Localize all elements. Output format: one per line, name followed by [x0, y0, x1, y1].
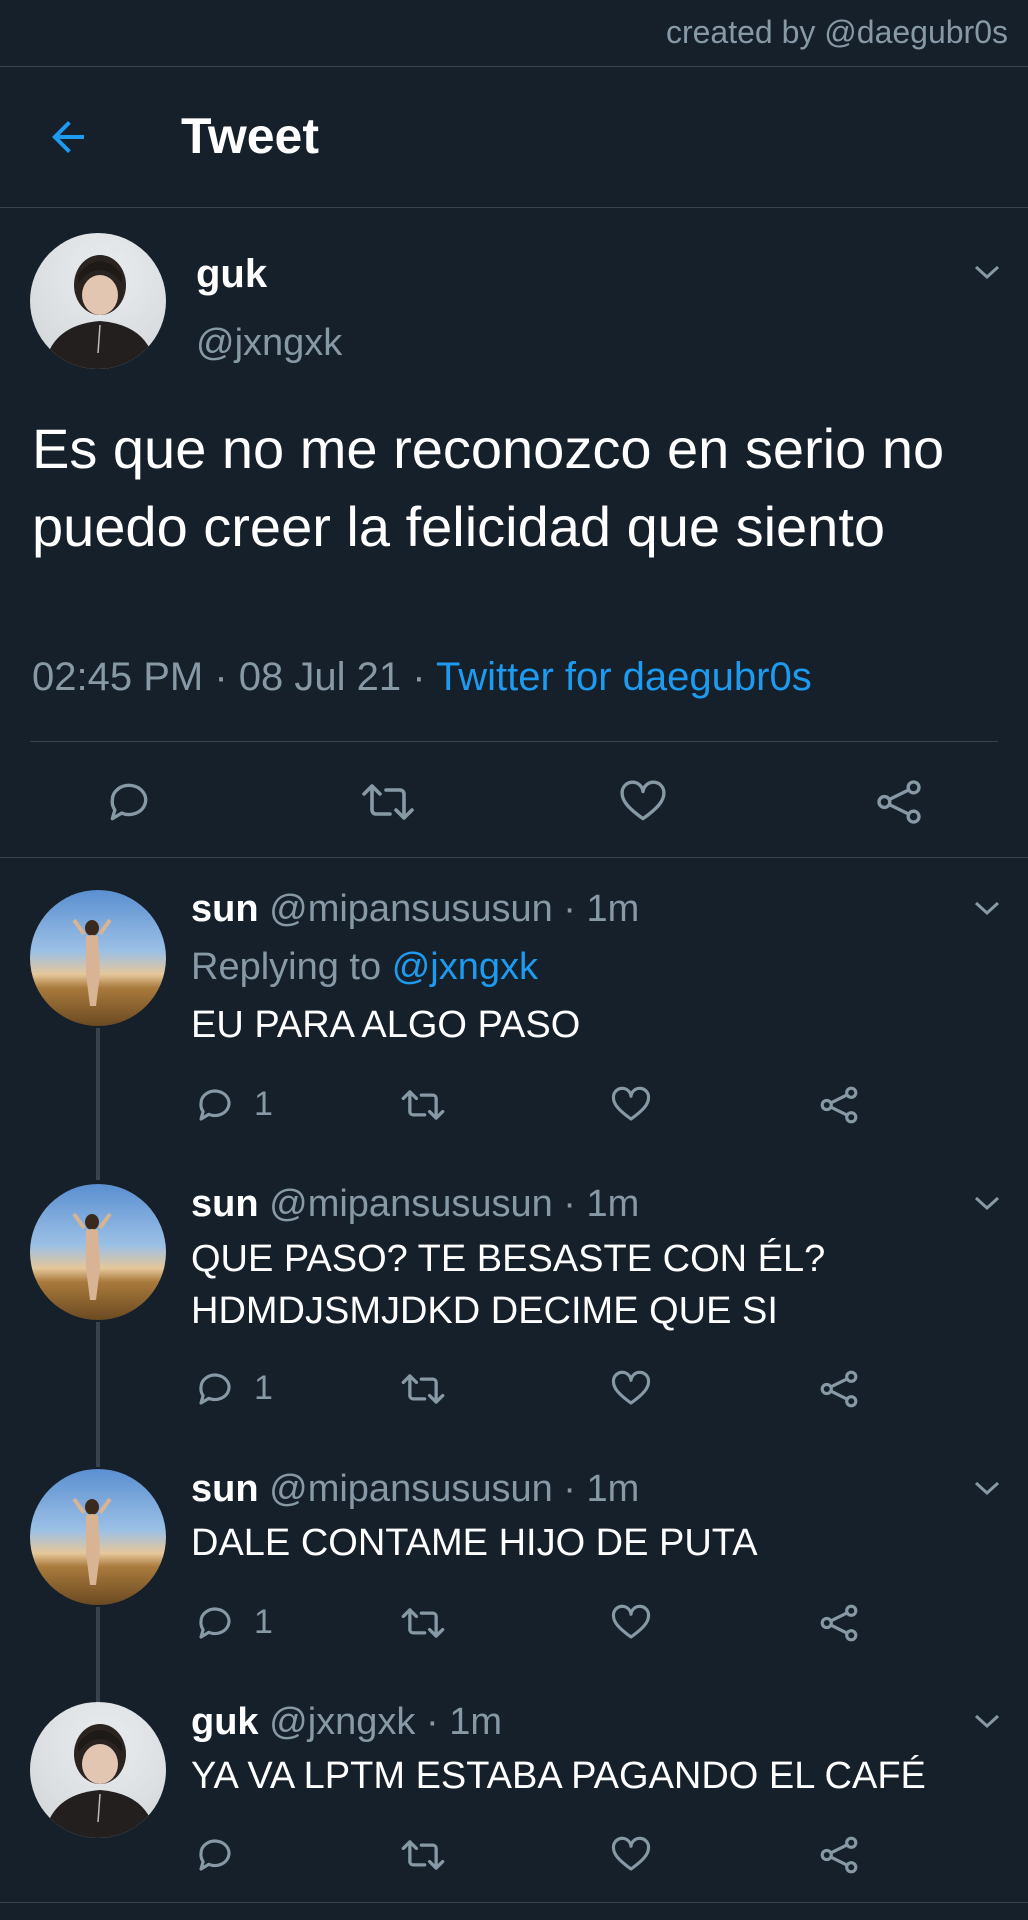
chevron-down-icon[interactable] [972, 1478, 1002, 1498]
reply-count: 1 [254, 1369, 273, 1407]
avatar-person-icon [44, 1724, 156, 1838]
author-handle[interactable]: @mipansususun [269, 1468, 553, 1510]
reply-icon[interactable] [104, 777, 154, 827]
reply-text: DALE CONTAME HIJO DE PUTA [191, 1522, 758, 1564]
reply-icon[interactable] [194, 1084, 236, 1126]
tweet-text: Es que no me reconozco en serio no puedo… [32, 417, 945, 558]
creator-credit: created by @daegubr0s [665, 14, 1008, 50]
share-icon[interactable] [818, 1084, 860, 1126]
retweet-icon[interactable] [400, 1834, 446, 1876]
retweet-icon[interactable] [360, 777, 416, 827]
share-icon[interactable] [874, 777, 924, 827]
author-handle[interactable]: @mipansususun [269, 1183, 553, 1225]
chevron-down-icon[interactable] [972, 262, 1002, 282]
reply-icon[interactable] [194, 1368, 236, 1410]
tweet-meta: 02:45 PM · 08 Jul 21 · Twitter for daegu… [32, 655, 812, 700]
divider [0, 857, 1028, 858]
share-icon[interactable] [818, 1602, 860, 1644]
replying-to-label: Replying to [191, 946, 382, 988]
divider [0, 207, 1028, 208]
like-heart-icon[interactable] [610, 1084, 652, 1126]
reply-header: sun @mipansususun · 1m [191, 888, 639, 931]
divider [30, 741, 998, 742]
reply-time: · 1m [425, 1701, 502, 1743]
app-header: Tweet [0, 67, 1028, 207]
author-name[interactable]: sun [191, 1468, 259, 1510]
avatar[interactable] [30, 1469, 166, 1605]
reply-count: 1 [254, 1603, 273, 1641]
page-title: Tweet [181, 108, 319, 164]
avatar-person-icon [72, 1212, 112, 1300]
avatar[interactable] [30, 890, 166, 1026]
meta-separator: · [214, 655, 228, 699]
meta-separator: · [412, 655, 426, 699]
thread-line [96, 1028, 100, 1180]
avatar[interactable] [30, 1702, 166, 1838]
author-name[interactable]: guk [191, 1701, 259, 1743]
share-icon[interactable] [818, 1834, 860, 1876]
tweet-date: 08 Jul 21 [238, 655, 402, 699]
reply-text-line: HDMDJSMJDKD DECIME QUE SI [191, 1290, 778, 1332]
tweet-time: 02:45 PM [32, 655, 204, 699]
chevron-down-icon[interactable] [972, 898, 1002, 918]
tweet-source-link[interactable]: Twitter for daegubr0s [436, 655, 812, 699]
reply-text: EU PARA ALGO PASO [191, 1004, 581, 1046]
author-name[interactable]: sun [191, 1183, 259, 1225]
replying-to: Replying to @jxngxk [191, 946, 538, 989]
author-handle[interactable]: @jxngxk [196, 322, 342, 365]
chevron-down-icon[interactable] [972, 1193, 1002, 1213]
thread-line [96, 1322, 100, 1467]
author-name[interactable]: sun [191, 888, 259, 930]
reply-icon[interactable] [194, 1602, 236, 1644]
reply-text: YA VA LPTM ESTABA PAGANDO EL CAFÉ [191, 1755, 926, 1797]
retweet-icon[interactable] [400, 1602, 446, 1644]
like-heart-icon[interactable] [618, 777, 668, 827]
replying-to-handle[interactable]: @jxngxk [392, 946, 538, 988]
like-heart-icon[interactable] [610, 1834, 652, 1876]
reply-time: · 1m [563, 1183, 640, 1225]
reply-count: 1 [254, 1085, 273, 1123]
avatar-person-icon [44, 255, 156, 369]
retweet-icon[interactable] [400, 1368, 446, 1410]
avatar[interactable] [30, 1184, 166, 1320]
author-handle[interactable]: @jxngxk [269, 1701, 415, 1743]
reply-time: · 1m [563, 1468, 640, 1510]
reply-header: sun @mipansususun · 1m [191, 1468, 639, 1511]
avatar-person-icon [72, 1497, 112, 1585]
reply-header: sun @mipansususun · 1m [191, 1183, 639, 1226]
retweet-icon[interactable] [400, 1084, 446, 1126]
like-heart-icon[interactable] [610, 1368, 652, 1410]
author-name[interactable]: guk [196, 252, 267, 297]
reply-header: guk @jxngxk · 1m [191, 1701, 502, 1744]
chevron-down-icon[interactable] [972, 1711, 1002, 1731]
tweet-actions [0, 765, 1028, 845]
like-heart-icon[interactable] [610, 1602, 652, 1644]
reply-icon[interactable] [194, 1834, 236, 1876]
divider [0, 1902, 1028, 1903]
avatar[interactable] [30, 233, 166, 369]
avatar-person-icon [72, 918, 112, 1006]
thread-line [96, 1607, 100, 1702]
reply-time: · 1m [563, 888, 640, 930]
back-arrow-icon[interactable] [44, 113, 92, 161]
reply-text-line: QUE PASO? TE BESASTE CON ÉL? [191, 1238, 826, 1280]
share-icon[interactable] [818, 1368, 860, 1410]
author-handle[interactable]: @mipansususun [269, 888, 553, 930]
